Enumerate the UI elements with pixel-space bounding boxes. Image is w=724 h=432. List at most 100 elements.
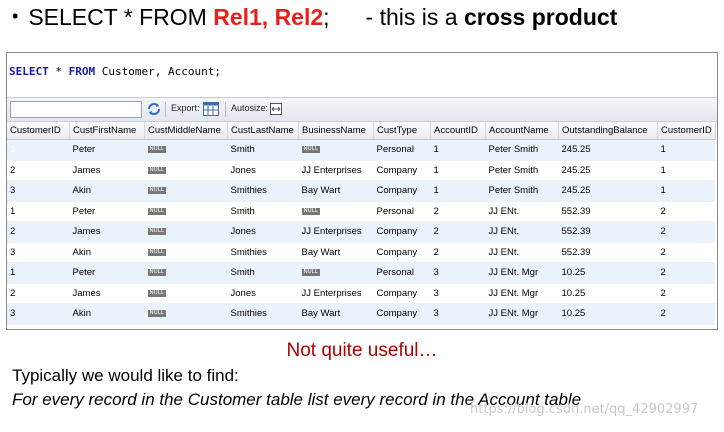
table-cell[interactable]: 552.39: [558, 221, 658, 243]
table-row[interactable]: 1 Peter NULL Smith NULL Personal 2 JJ ENt. 552.3…: [7, 201, 716, 222]
table-cell[interactable]: Company: [373, 160, 431, 181]
col-header[interactable]: CustomerID: [657, 122, 716, 140]
table-cell[interactable]: 3: [7, 180, 70, 202]
col-header[interactable]: OutstandingBalance: [558, 122, 658, 140]
autosize-icon[interactable]: [270, 102, 282, 120]
table-cell[interactable]: Company: [373, 242, 431, 263]
table-cell[interactable]: NULL: [144, 160, 228, 181]
table-cell[interactable]: Smithies: [227, 180, 299, 202]
table-cell[interactable]: 3: [430, 262, 486, 284]
col-header[interactable]: CustomerID: [7, 122, 70, 140]
table-cell[interactable]: 552.39: [558, 242, 658, 263]
table-cell[interactable]: Personal: [373, 139, 431, 161]
table-cell[interactable]: Personal: [373, 262, 431, 284]
table-cell[interactable]: NULL: [144, 262, 228, 284]
table-cell[interactable]: NULL: [298, 262, 374, 284]
table-cell[interactable]: Smith: [227, 201, 299, 222]
table-cell[interactable]: NULL: [144, 180, 228, 202]
table-cell[interactable]: Bay Wart: [298, 242, 374, 263]
col-header[interactable]: CustMiddleName: [144, 122, 228, 140]
table-cell[interactable]: 1: [7, 201, 70, 222]
table-cell[interactable]: Akin: [69, 180, 145, 202]
table-cell[interactable]: NULL: [144, 303, 228, 325]
table-cell[interactable]: James: [69, 160, 145, 181]
table-cell[interactable]: JJ ENt.: [485, 201, 559, 222]
table-cell[interactable]: Peter: [69, 201, 145, 222]
table-row[interactable]: 2 James NULL Jones JJ Enterprises Company 1 Pet…: [7, 160, 716, 181]
table-cell[interactable]: 1: [657, 160, 716, 181]
table-row[interactable]: 3 Akin NULL Smithies Bay Wart Company 2 JJ ENt.…: [7, 242, 716, 263]
table-cell[interactable]: Jones: [227, 160, 299, 181]
table-cell[interactable]: 10.25: [558, 303, 658, 325]
table-cell[interactable]: NULL: [144, 221, 228, 243]
col-header[interactable]: CustLastName: [227, 122, 299, 140]
table-cell[interactable]: NULL: [144, 283, 228, 304]
table-cell[interactable]: James: [69, 283, 145, 304]
table-cell[interactable]: Smithies: [227, 242, 299, 263]
col-header[interactable]: CustType: [373, 122, 431, 140]
refresh-icon[interactable]: [147, 102, 161, 121]
table-cell[interactable]: Bay Wart: [298, 180, 374, 202]
table-cell[interactable]: 2: [7, 160, 70, 181]
table-cell[interactable]: Company: [373, 180, 431, 202]
table-cell[interactable]: JJ ENt.: [485, 242, 559, 263]
table-cell[interactable]: Company: [373, 303, 431, 325]
table-cell[interactable]: 3: [430, 283, 486, 304]
export-grid-icon[interactable]: [203, 102, 219, 121]
table-cell[interactable]: James: [69, 221, 145, 243]
table-cell[interactable]: Smith: [227, 139, 299, 161]
table-cell[interactable]: JJ ENt. Mgr: [485, 262, 559, 284]
table-cell[interactable]: 2: [657, 303, 716, 325]
table-cell[interactable]: 2: [657, 221, 716, 243]
col-header[interactable]: CustFirstName: [69, 122, 145, 140]
table-cell[interactable]: JJ Enterprises: [298, 221, 374, 243]
table-cell[interactable]: 3: [7, 303, 70, 325]
table-cell[interactable]: 2: [7, 221, 70, 243]
table-row[interactable]: 1 Peter NULL Smith NULL Personal 3 JJ ENt. Mgr 1…: [7, 262, 716, 284]
table-cell[interactable]: Smith: [227, 262, 299, 284]
table-cell[interactable]: JJ Enterprises: [298, 283, 374, 304]
table-cell[interactable]: 2: [430, 221, 486, 243]
table-row[interactable]: 1 Peter NULL Smith NULL Personal 1 Peter Smith 2…: [7, 139, 716, 161]
table-cell[interactable]: 245.25: [558, 160, 658, 181]
table-cell[interactable]: 3: [430, 303, 486, 325]
table-cell[interactable]: JJ ENt. Mgr: [485, 303, 559, 325]
table-cell[interactable]: 1: [430, 160, 486, 181]
table-cell[interactable]: 2: [657, 201, 716, 222]
table-cell[interactable]: Peter Smith: [485, 160, 559, 181]
filter-input[interactable]: [10, 101, 142, 118]
table-cell[interactable]: NULL: [144, 201, 228, 222]
table-cell[interactable]: NULL: [144, 139, 228, 161]
table-cell[interactable]: Akin: [69, 242, 145, 263]
table-cell[interactable]: JJ ENt. Mgr: [485, 283, 559, 304]
table-cell[interactable]: 1: [430, 180, 486, 202]
table-cell[interactable]: 2: [430, 242, 486, 263]
table-cell[interactable]: 2: [657, 262, 716, 284]
table-row[interactable]: 2 James NULL Jones JJ Enterprises Company 2 JJ …: [7, 221, 716, 243]
table-cell[interactable]: Peter: [69, 262, 145, 284]
table-cell[interactable]: 10.25: [558, 262, 658, 284]
table-row[interactable]: 3 Akin NULL Smithies Bay Wart Company 1 Peter S…: [7, 180, 716, 202]
table-cell[interactable]: 1: [430, 139, 486, 161]
table-cell[interactable]: 1: [657, 139, 716, 161]
table-cell[interactable]: Peter Smith: [485, 139, 559, 161]
table-cell[interactable]: Akin: [69, 303, 145, 325]
table-cell[interactable]: Bay Wart: [298, 303, 374, 325]
table-cell[interactable]: 1: [657, 180, 716, 202]
table-cell[interactable]: Peter: [69, 139, 145, 161]
col-header[interactable]: AccountID: [430, 122, 486, 140]
table-cell[interactable]: JJ ENt.: [485, 221, 559, 243]
table-cell[interactable]: NULL: [298, 201, 374, 222]
table-cell[interactable]: Personal: [373, 201, 431, 222]
table-cell[interactable]: 1: [7, 262, 70, 284]
table-cell[interactable]: 2: [430, 201, 486, 222]
table-row[interactable]: 2 James NULL Jones JJ Enterprises Company 3 JJ …: [7, 283, 716, 304]
table-cell[interactable]: NULL: [144, 242, 228, 263]
col-header[interactable]: AccountName: [485, 122, 559, 140]
table-cell[interactable]: 2: [657, 283, 716, 304]
table-cell[interactable]: Jones: [227, 221, 299, 243]
table-cell[interactable]: 245.25: [558, 139, 658, 161]
table-cell[interactable]: 552.39: [558, 201, 658, 222]
table-cell[interactable]: 3: [7, 242, 70, 263]
table-cell[interactable]: Company: [373, 221, 431, 243]
